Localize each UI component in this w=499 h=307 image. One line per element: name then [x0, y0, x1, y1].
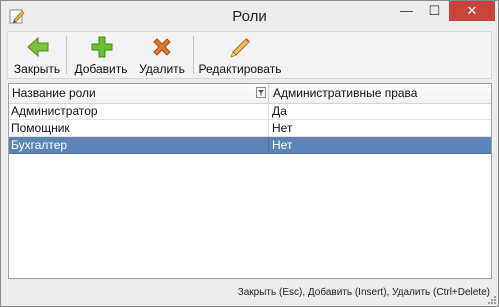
cell-role-name[interactable]: Помощник: [9, 120, 269, 137]
close-button-label: Закрыть: [13, 62, 61, 76]
delete-button-label: Удалить: [139, 62, 185, 76]
add-button-label: Добавить: [74, 62, 128, 76]
cell-role-name[interactable]: Бухгалтер: [9, 137, 269, 154]
maximize-button[interactable]: ☐: [421, 1, 448, 21]
cross-icon: [153, 38, 171, 56]
resize-grip-icon[interactable]: [487, 295, 497, 305]
cell-role-name[interactable]: Администратор: [9, 103, 269, 120]
toolbar-separator: [193, 36, 194, 74]
pencil-icon: [230, 38, 250, 58]
cell-admin-rights[interactable]: Нет: [269, 137, 491, 154]
delete-button[interactable]: Удалить: [134, 32, 190, 78]
minimize-button[interactable]: —: [393, 1, 420, 21]
title-bar[interactable]: Роли — ☐ ✕: [1, 1, 498, 31]
column-header-role-name[interactable]: Название роли: [9, 84, 269, 103]
shortcut-hint: Закрыть (Esc), Добавить (Insert), Удалит…: [237, 287, 490, 298]
roles-window: Роли — ☐ ✕ Закрыть Добавить Удалить Реда…: [0, 0, 499, 307]
edit-button-label: Редактировать: [198, 62, 282, 76]
toolbar-separator: [66, 36, 67, 74]
edit-button[interactable]: Редактировать: [197, 32, 283, 78]
add-button[interactable]: Добавить: [70, 32, 132, 78]
filter-icon[interactable]: [256, 87, 266, 98]
status-bar: Закрыть (Esc), Добавить (Insert), Удалит…: [1, 283, 498, 306]
table-row[interactable]: Администратор Да: [9, 103, 491, 120]
toolbar: Закрыть Добавить Удалить Редактировать: [7, 31, 492, 79]
table-row[interactable]: Помощник Нет: [9, 120, 491, 137]
grid-header: Название роли Административные права: [9, 84, 491, 104]
close-window-button[interactable]: ✕: [449, 1, 495, 21]
plus-icon: [91, 36, 113, 58]
roles-grid[interactable]: Название роли Административные права Адм…: [8, 83, 492, 279]
close-button[interactable]: Закрыть: [10, 32, 64, 78]
column-header-admin-rights[interactable]: Административные права: [270, 84, 491, 103]
cell-admin-rights[interactable]: Да: [269, 103, 491, 120]
arrow-left-icon: [27, 36, 49, 58]
table-row-selected[interactable]: Бухгалтер Нет: [9, 137, 491, 154]
cell-admin-rights[interactable]: Нет: [269, 120, 491, 137]
